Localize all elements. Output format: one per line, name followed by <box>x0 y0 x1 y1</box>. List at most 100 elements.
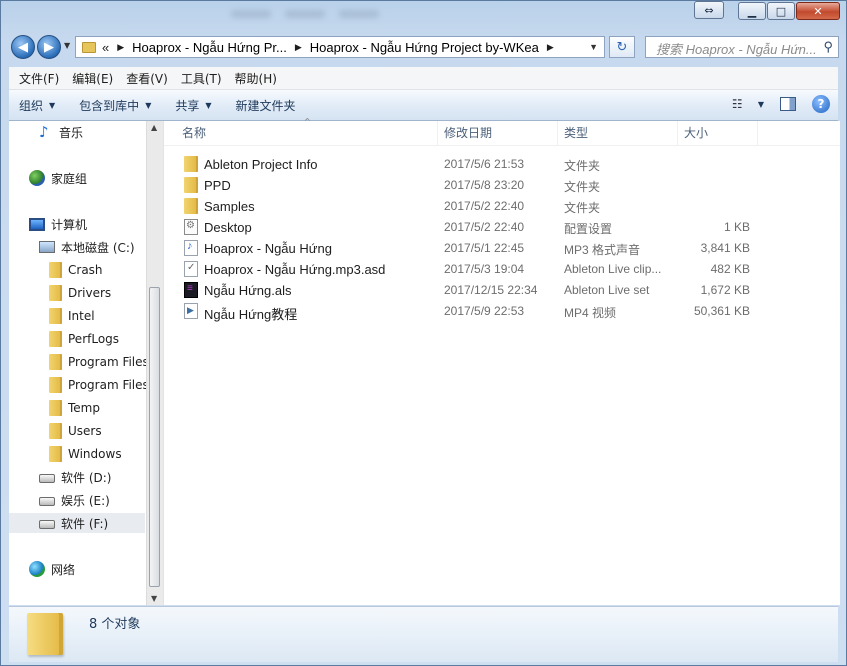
file-date: 2017/5/8 23:20 <box>444 178 525 192</box>
nav-item-perflogs[interactable]: PerfLogs <box>49 329 119 349</box>
file-row[interactable]: Hoaprox - Ngẫu Hứng 2017/5/1 22:45 MP3 格… <box>176 238 816 258</box>
nav-item-drive-d[interactable]: 软件 (D:) <box>39 467 111 487</box>
scroll-down-icon[interactable]: ▼ <box>151 594 157 603</box>
nav-item-label: Intel <box>68 309 95 323</box>
folder-icon <box>184 156 198 172</box>
menu-file[interactable]: 文件(F) <box>19 70 59 87</box>
search-icon[interactable]: ⚲ <box>823 39 833 55</box>
address-overflow[interactable]: « <box>102 40 109 55</box>
file-type: MP4 视频 <box>564 306 617 320</box>
folder-icon <box>82 41 96 53</box>
column-type[interactable]: 类型 <box>558 121 678 145</box>
help-icon[interactable]: ? <box>812 95 830 113</box>
drive-icon <box>39 474 55 483</box>
maximize-button[interactable]: □ <box>767 2 795 20</box>
organize-button[interactable]: 组织 ▼ <box>19 97 55 114</box>
scrollbar-thumb[interactable] <box>149 287 160 587</box>
file-date: 2017/5/1 22:45 <box>444 241 525 255</box>
new-folder-button[interactable]: 新建文件夹 <box>236 97 296 114</box>
chevron-right-icon[interactable]: ▶ <box>547 42 554 53</box>
address-bar[interactable]: « ▶ Hoaprox - Ngẫu Hứng Pr... ▶ Hoaprox … <box>75 36 605 58</box>
back-button[interactable]: ◀ <box>11 35 35 59</box>
file-date: 2017/5/2 22:40 <box>444 199 525 213</box>
file-size: 1,672 KB <box>700 283 750 297</box>
nav-item-drivers[interactable]: Drivers <box>49 283 111 303</box>
file-row[interactable]: Desktop 2017/5/2 22:40 配置设置 1 KB <box>176 217 816 237</box>
folder-icon <box>27 613 63 655</box>
nav-item-program-files[interactable]: Program Files <box>49 352 149 372</box>
menu-help[interactable]: 帮助(H) <box>235 70 277 87</box>
nav-item-drive-c[interactable]: 本地磁盘 (C:) <box>39 237 135 257</box>
file-row[interactable]: Hoaprox - Ngẫu Hứng.mp3.asd 2017/5/3 19:… <box>176 259 816 279</box>
item-count: 8 个对象 <box>89 617 141 632</box>
navigation-bar: ◀ ▶ ▼ « ▶ Hoaprox - Ngẫu Hứng Pr... ▶ Ho… <box>9 35 839 59</box>
column-date[interactable]: 修改日期 <box>438 121 558 145</box>
include-in-library-label: 包含到库中 <box>79 98 140 113</box>
recent-pages-dropdown[interactable]: ▼ <box>64 41 70 50</box>
caption-buttons: ▁ □ ✕ <box>738 2 840 20</box>
folder-icon <box>49 331 62 347</box>
file-row[interactable]: Ableton Project Info 2017/5/6 21:53 文件夹 <box>176 154 816 174</box>
search-input[interactable]: 搜索 Hoaprox - Ngẫu Hứn... ⚲ <box>645 36 839 58</box>
homegroup-icon <box>29 170 45 186</box>
address-dropdown-icon[interactable]: ▼ <box>589 42 598 52</box>
navigation-pane: ♪ 音乐 家庭组 计算机 本地磁盘 (C:) Crash Drivers Inte… <box>9 121 164 605</box>
music-icon: ♪ <box>39 123 49 141</box>
search-placeholder: 搜索 Hoaprox - Ngẫu Hứn... <box>656 42 817 57</box>
file-date: 2017/12/15 22:34 <box>444 283 538 297</box>
file-type: Ableton Live set <box>564 283 650 297</box>
nav-item-intel[interactable]: Intel <box>49 306 95 326</box>
refresh-button[interactable]: ↻ <box>609 36 635 58</box>
breadcrumb-current[interactable]: Hoaprox - Ngẫu Hứng Project by-WKea <box>310 40 539 55</box>
nav-item-label: Drivers <box>68 286 112 300</box>
file-row[interactable]: Ngẫu Hứng教程 2017/5/9 22:53 MP4 视频 50,361… <box>176 301 816 322</box>
change-view-button[interactable]: ☷ ▼ <box>732 97 764 111</box>
share-button[interactable]: 共享 ▼ <box>175 97 211 114</box>
menu-tools[interactable]: 工具(T) <box>181 70 222 87</box>
folder-icon <box>49 285 62 301</box>
close-button[interactable]: ✕ <box>796 2 840 20</box>
details-pane: 8 个对象 <box>9 606 838 662</box>
explorer-window: ⇔ ▁ □ ✕ ◀ ▶ ▼ « ▶ Hoaprox - Ngẫu Hứng Pr… <box>0 0 847 666</box>
nav-item-music[interactable]: ♪ 音乐 <box>39 122 83 142</box>
nav-item-network[interactable]: 网络 <box>29 559 75 579</box>
navpane-scrollbar[interactable]: ▲ ▼ <box>146 121 163 605</box>
command-bar: 组织 ▼ 包含到库中 ▼ 共享 ▼ 新建文件夹 ☷ ▼ ? <box>9 90 838 121</box>
file-name: PPD <box>204 178 231 193</box>
chevron-right-icon[interactable]: ▶ <box>295 42 302 53</box>
audio-file-icon <box>184 240 198 256</box>
column-size[interactable]: 大小 <box>678 121 758 145</box>
nav-item-crash[interactable]: Crash <box>49 260 103 280</box>
nav-item-drive-e[interactable]: 娱乐 (E:) <box>39 490 110 510</box>
menu-view[interactable]: 查看(V) <box>126 70 168 87</box>
breadcrumb-parent[interactable]: Hoaprox - Ngẫu Hứng Pr... <box>132 40 287 55</box>
file-row[interactable]: Ngẫu Hứng.als 2017/12/15 22:34 Ableton L… <box>176 280 816 300</box>
file-row[interactable]: PPD 2017/5/8 23:20 文件夹 <box>176 175 816 195</box>
ableton-clip-icon <box>184 261 198 277</box>
share-label: 共享 <box>175 98 200 113</box>
nav-item-computer[interactable]: 计算机 <box>29 214 87 234</box>
forward-button[interactable]: ▶ <box>37 35 61 59</box>
file-row[interactable]: Samples 2017/5/2 22:40 文件夹 <box>176 196 816 216</box>
file-size: 50,361 KB <box>693 304 750 318</box>
file-name: Ngẫu Hứng.als <box>204 283 292 298</box>
file-name: Samples <box>204 199 255 214</box>
minimize-button[interactable]: ▁ <box>738 2 766 20</box>
nav-item-users[interactable]: Users <box>49 421 102 441</box>
file-type: 文件夹 <box>564 201 601 215</box>
scroll-up-icon[interactable]: ▲ <box>151 123 157 132</box>
nav-item-label: PerfLogs <box>68 332 120 346</box>
folder-icon <box>49 446 62 462</box>
nav-item-program-files-x86[interactable]: Program Files <box>49 375 149 395</box>
organize-label: 组织 <box>19 98 44 113</box>
nav-item-drive-f[interactable]: 软件 (F:) <box>9 513 145 533</box>
nav-item-windows[interactable]: Windows <box>49 444 122 464</box>
include-in-library-button[interactable]: 包含到库中 ▼ <box>79 97 151 114</box>
nav-item-temp[interactable]: Temp <box>49 398 100 418</box>
preview-pane-icon[interactable] <box>780 97 796 111</box>
file-name: Ableton Project Info <box>204 157 318 172</box>
menu-edit[interactable]: 编辑(E) <box>72 70 113 87</box>
column-name[interactable]: 名称 <box>176 121 438 145</box>
mirror-button[interactable]: ⇔ <box>694 1 724 19</box>
nav-item-homegroup[interactable]: 家庭组 <box>29 168 87 188</box>
